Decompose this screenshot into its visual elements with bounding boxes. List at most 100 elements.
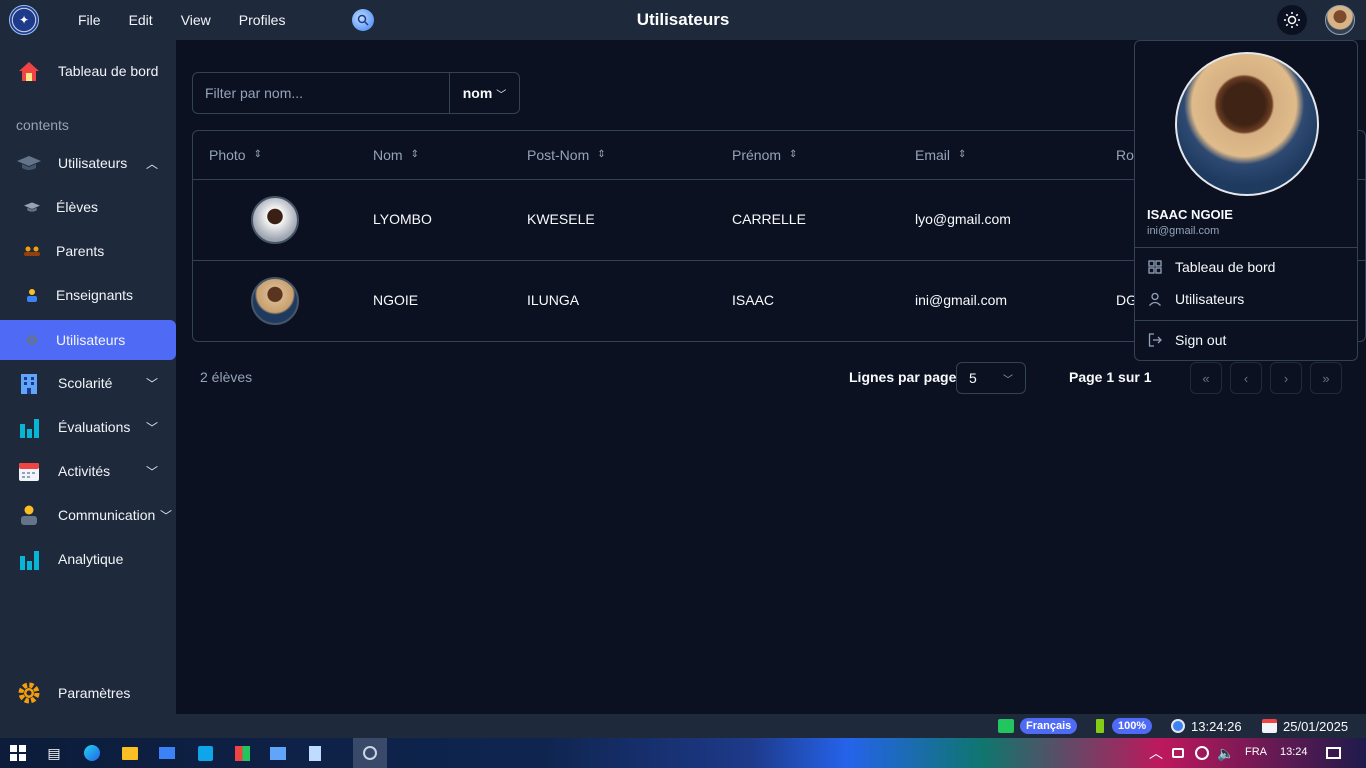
menu-profiles[interactable]: Profiles <box>225 12 300 28</box>
date-value: 25/01/2025 <box>1283 718 1349 734</box>
cell-nom: LYOMBO <box>373 211 432 227</box>
menu-edit[interactable]: Edit <box>115 12 167 28</box>
sidebar-item-utilisateurs-active[interactable]: Utilisateurs <box>0 320 176 360</box>
cell-email: lyo@gmail.com <box>915 211 1011 227</box>
user-gear-icon <box>22 330 42 350</box>
chevron-up-icon[interactable]: ︿ <box>1146 743 1166 763</box>
last-page-button[interactable]: » <box>1310 362 1342 394</box>
windows-start-icon[interactable] <box>8 743 28 763</box>
globe-icon[interactable] <box>1192 743 1212 763</box>
battery-status: 100% <box>1096 717 1153 735</box>
graduation-cap-icon <box>22 197 42 217</box>
calendar-icon <box>1262 719 1277 733</box>
sign-out-button[interactable]: Sign out <box>1147 332 1226 348</box>
sidebar-item-utilisateurs[interactable]: Utilisateurs ︿ <box>0 143 176 183</box>
sidebar-item-parametres[interactable]: Paramètres <box>0 673 176 713</box>
chevron-right-icon: › <box>1283 370 1289 386</box>
sidebar-item-scolarite[interactable]: Scolarité ﹀ <box>0 363 176 403</box>
filter-select-value: nom <box>462 85 493 101</box>
sidebar-item-label: Utilisateurs <box>58 155 128 171</box>
task-view-icon[interactable]: ▤ <box>44 743 64 763</box>
sidebar-item-label: Activités <box>58 463 111 479</box>
communication-icon <box>16 502 42 528</box>
sidebar-item-enseignants[interactable]: Enseignants <box>0 275 176 315</box>
menu-view[interactable]: View <box>167 12 225 28</box>
profile-dropdown: ISAAC NGOIE ini@gmail.com Tableau de bor… <box>1134 40 1358 361</box>
sidebar-item-dashboard[interactable]: Tableau de bord <box>0 51 176 91</box>
sidebar-item-evaluations[interactable]: Évaluations ﹀ <box>0 407 176 447</box>
column-header-nom[interactable]: Nom ⇕ <box>373 147 419 163</box>
sidebar-item-parents[interactable]: Parents <box>0 231 176 271</box>
input-language[interactable]: FRA <box>1245 746 1267 758</box>
remote-desktop-icon[interactable] <box>268 743 288 763</box>
divider <box>1135 247 1357 248</box>
sidebar-item-analytique[interactable]: Analytique <box>0 539 176 579</box>
cell-prenom: ISAAC <box>732 292 775 308</box>
profile-name: ISAAC NGOIE <box>1147 207 1233 222</box>
grid-icon <box>1147 259 1163 275</box>
file-explorer-icon[interactable] <box>120 743 140 763</box>
column-header-prenom[interactable]: Prénom ⇕ <box>732 147 797 163</box>
notepad-icon[interactable] <box>305 743 325 763</box>
taskbar-clock[interactable]: 13:24 <box>1280 746 1308 758</box>
filter-column-select[interactable]: nom ﹀ <box>449 73 519 113</box>
mail-icon[interactable] <box>157 743 177 763</box>
row-count: 2 élèves <box>200 369 253 385</box>
sidebar-item-label: Enseignants <box>56 287 134 303</box>
profile-menu-users[interactable]: Utilisateurs <box>1147 291 1244 307</box>
rows-per-page-select[interactable]: 5 ﹀ <box>956 362 1026 394</box>
gear-icon <box>16 680 42 706</box>
sidebar-item-activites[interactable]: Activités ﹀ <box>0 451 176 491</box>
chevron-down-icon: ﹀ <box>145 464 158 479</box>
chevron-down-icon: ﹀ <box>1003 374 1013 386</box>
sun-icon[interactable] <box>1277 5 1307 35</box>
menu-item-label: Sign out <box>1175 332 1227 348</box>
profile-avatar <box>1175 52 1319 196</box>
sort-icon: ⇕ <box>597 149 606 160</box>
status-bar: Français 100% 13:24:26 25/01/2025 <box>0 714 1366 738</box>
next-page-button[interactable]: › <box>1270 362 1302 394</box>
sidebar-item-label: Parents <box>56 243 105 259</box>
user-icon <box>1147 291 1163 307</box>
column-header-email[interactable]: Email ⇕ <box>915 147 966 163</box>
user-avatar-button[interactable] <box>1325 5 1355 35</box>
edge-icon[interactable] <box>82 743 102 763</box>
page-info: Page 1 sur 1 <box>1069 369 1152 385</box>
chevron-down-icon: ﹀ <box>159 508 172 523</box>
menu-file[interactable]: File <box>64 12 115 28</box>
profile-menu-dashboard[interactable]: Tableau de bord <box>1147 259 1275 275</box>
column-header-postnom[interactable]: Post-Nom ⇕ <box>527 147 606 163</box>
first-page-button[interactable]: « <box>1190 362 1222 394</box>
vscode-icon[interactable] <box>195 743 215 763</box>
profile-email: ini@gmail.com <box>1147 225 1220 237</box>
home-icon <box>16 58 42 84</box>
sidebar-item-label: Tableau de bord <box>58 63 159 79</box>
cell-prenom: CARRELLE <box>732 211 806 227</box>
building-icon <box>16 370 42 396</box>
cell-nom: NGOIE <box>373 292 419 308</box>
store-icon[interactable] <box>232 743 252 763</box>
volume-icon[interactable]: 🔈 <box>1216 743 1236 763</box>
sign-out-icon <box>1147 332 1163 348</box>
notification-icon[interactable] <box>1323 743 1343 763</box>
electron-app-icon[interactable] <box>353 738 387 768</box>
sidebar-item-communication[interactable]: Communication ﹀ <box>0 495 176 535</box>
language-status[interactable]: Français <box>998 717 1078 735</box>
sort-icon: ⇕ <box>958 149 967 160</box>
filter-input[interactable] <box>193 73 449 113</box>
section-label: contents <box>16 117 69 133</box>
sidebar-item-label: Paramètres <box>58 685 131 701</box>
sidebar-item-eleves[interactable]: Élèves <box>0 187 176 227</box>
filter-bar: nom ﹀ <box>192 72 520 114</box>
battery-badge: 100% <box>1112 718 1153 734</box>
chevron-left-icon: ‹ <box>1243 370 1249 386</box>
camera-icon[interactable] <box>1168 743 1188 763</box>
sidebar: Tableau de bord contents Utilisateurs ︿ … <box>0 40 176 714</box>
column-header-photo[interactable]: Photo ⇕ <box>209 147 262 163</box>
sort-icon: ⇕ <box>789 149 798 160</box>
bar-chart-icon <box>16 414 42 440</box>
app-logo: ✦ <box>9 5 39 35</box>
search-icon[interactable] <box>352 9 374 31</box>
prev-page-button[interactable]: ‹ <box>1230 362 1262 394</box>
calendar-icon <box>16 458 42 484</box>
